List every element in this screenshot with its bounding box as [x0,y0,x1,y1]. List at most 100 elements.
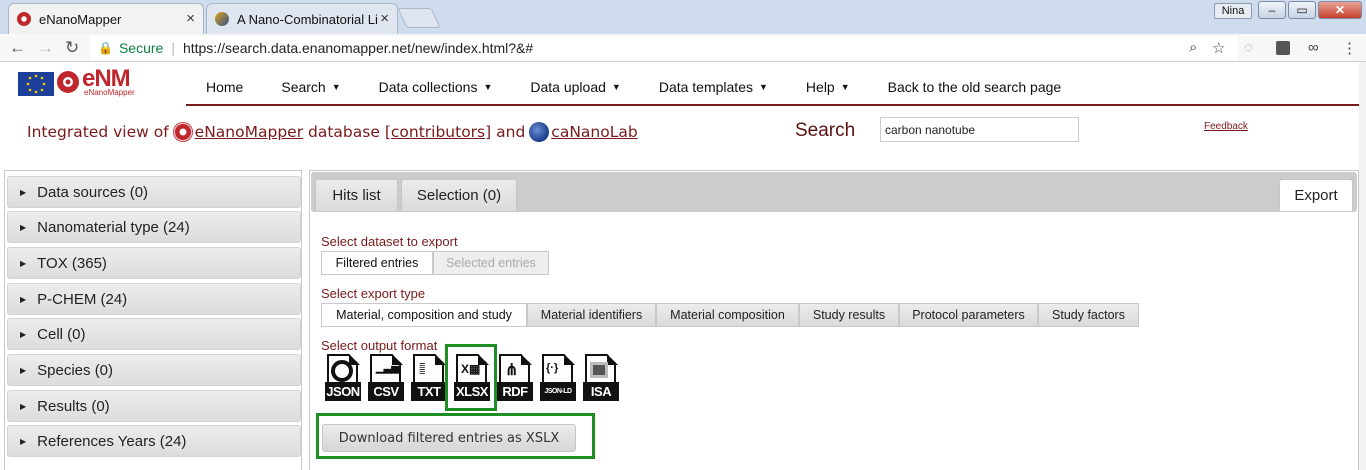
enanomapper-logo-icon [172,122,193,142]
cananolab-link[interactable]: caNanoLab [551,123,637,141]
and-text: and [496,123,526,141]
export-type-material-identifiers[interactable]: Material identifiers [527,303,656,327]
contributors-link[interactable]: [contributors] [385,123,491,141]
nav-old-search-page[interactable]: Back to the old search page [888,79,1062,95]
dataset-label: Select dataset to export [321,234,458,249]
facet-species[interactable]: ▶ Species (0) [7,354,301,386]
facet-label: Nanomaterial type (24) [37,218,190,236]
nav-label: Search [281,79,326,95]
xlsx-highlight-box [445,344,497,411]
caret-down-icon: ▼ [611,82,621,92]
facet-nanomaterial-type[interactable]: ▶ Nanomaterial type (24) [7,211,301,243]
nav-data-upload[interactable]: Data upload ▼ [530,79,620,95]
enanomapper-link[interactable]: eNanoMapper [195,123,303,141]
main-navigation: Home Search ▼ Data collections ▼ Data uplo… [186,70,1366,106]
filtered-entries-option[interactable]: Filtered entries [321,251,433,275]
facet-results[interactable]: ▶ Results (0) [7,390,301,422]
expand-triangle-icon: ▶ [20,436,27,446]
nav-label: Help [805,79,835,95]
expand-triangle-icon: ▶ [20,294,27,304]
back-icon[interactable]: ← [9,38,26,58]
facet-data-sources[interactable]: ▶ Data sources (0) [7,176,301,208]
json-ld-icon[interactable]: {·} JSON-LD [540,354,576,401]
expand-triangle-icon: ▶ [20,329,27,339]
reload-icon[interactable]: ↻ [65,38,79,58]
facet-label: Data sources (0) [37,183,149,201]
output-format-label: Select output format [321,338,438,353]
expand-triangle-icon: ▶ [20,401,27,411]
new-tab-button[interactable] [397,8,441,28]
nav-data-collections[interactable]: Data collections ▼ [379,79,493,95]
tab-close-icon[interactable]: × [186,10,195,27]
nav-label: Back to the old search page [887,79,1062,95]
bookmark-star-icon[interactable]: ☆ [1212,39,1225,57]
tab-close-icon[interactable]: × [380,10,389,27]
expand-triangle-icon: ▶ [20,365,27,375]
facet-p-chem[interactable]: ▶ P-CHEM (24) [7,283,301,315]
logo-subtitle-text: eNanoMapper [84,88,135,97]
page-scrollbar[interactable] [1359,62,1366,470]
caret-down-icon: ▼ [483,82,493,92]
export-type-material-composition-study[interactable]: Material, composition and study [321,303,527,327]
facet-sidebar: ▶ Data sources (0) ▶ Nanomaterial type (24… [4,170,302,470]
facet-references-years[interactable]: ▶ References Years (24) [7,425,301,457]
export-type-study-results[interactable]: Study results [799,303,899,327]
expand-triangle-icon: ▶ [20,258,27,268]
tab-selection[interactable]: Selection (0) [401,179,517,211]
maximize-button[interactable]: ▭ [1288,1,1316,19]
export-type-protocol-parameters[interactable]: Protocol parameters [899,303,1038,327]
browser-titlebar: eNanoMapper × A Nano-Combinatorial Li × … [0,0,1366,34]
secure-label: Secure [118,40,164,56]
export-type-label: Select export type [321,286,426,301]
facet-label: TOX (365) [37,254,107,272]
nav-search[interactable]: Search ▼ [281,79,340,95]
extension-icon-2[interactable] [1276,41,1290,55]
export-panel: Hits list Selection (0) Export Select da… [309,170,1359,470]
address-bar: ← → ↻ 🔒 Secure | https://search.data.ena… [0,34,1366,62]
lock-icon: 🔒 [98,41,113,55]
url-separator: | [171,40,175,56]
nav-label: Home [206,79,244,95]
nav-help[interactable]: Help ▼ [806,79,850,95]
facet-label: Results (0) [37,397,110,415]
browser-tab-enanomapper[interactable]: eNanoMapper × [8,3,204,34]
rdf-icon[interactable]: ⋔ RDF [497,354,533,401]
facet-label: P-CHEM (24) [37,290,128,308]
minimize-button[interactable]: – [1258,1,1286,19]
feedback-link[interactable]: Feedback [1204,121,1248,132]
tab-title: A Nano-Combinatorial Li [237,11,378,27]
facet-label: References Years (24) [37,432,187,450]
download-button[interactable]: Download filtered entries as XSLX [322,424,576,452]
enanomapper-logo[interactable]: eNM eNanoMapper [18,65,154,99]
export-type-material-composition[interactable]: Material composition [656,303,799,327]
close-window-button[interactable]: ✕ [1318,1,1362,19]
integrated-prefix: Integrated view of [27,123,169,141]
forward-icon[interactable]: → [37,38,54,58]
csv-icon[interactable]: ▁▃▅ CSV [368,354,404,401]
facet-label: Cell (0) [37,325,86,343]
caret-down-icon: ▼ [331,82,341,92]
extension-icon[interactable]: ◌ [1244,39,1253,56]
url-text[interactable]: https://search.data.enanomapper.net/new/… [183,40,533,56]
nav-home[interactable]: Home [206,79,243,95]
facet-tox[interactable]: ▶ TOX (365) [7,247,301,279]
extension-icon-3[interactable]: ∞ [1308,39,1319,56]
browser-tab-nano-combinatorial[interactable]: A Nano-Combinatorial Li × [206,3,398,34]
txt-icon[interactable]: ≡ ≡ TXT [411,354,447,401]
user-profile-badge[interactable]: Nina [1214,3,1252,19]
nav-label: Data upload [530,79,606,95]
search-input[interactable] [880,117,1079,142]
url-omnibox[interactable]: 🔒 Secure | https://search.data.enanomapp… [90,36,1238,60]
nav-data-templates[interactable]: Data templates ▼ [659,79,768,95]
tab-export[interactable]: Export [1279,179,1353,211]
zoom-icon[interactable]: ⌕ [1189,39,1197,56]
search-label: Search [795,120,856,141]
selected-entries-option[interactable]: Selected entries [433,251,549,275]
isa-icon[interactable]: ISA [583,354,619,401]
json-icon[interactable]: JSON [325,354,361,401]
facet-cell[interactable]: ▶ Cell (0) [7,318,301,350]
nav-label: Data collections [378,79,478,95]
export-type-study-factors[interactable]: Study factors [1038,303,1139,327]
menu-icon[interactable]: ⋮ [1342,39,1357,57]
tab-hits-list[interactable]: Hits list [315,179,398,211]
